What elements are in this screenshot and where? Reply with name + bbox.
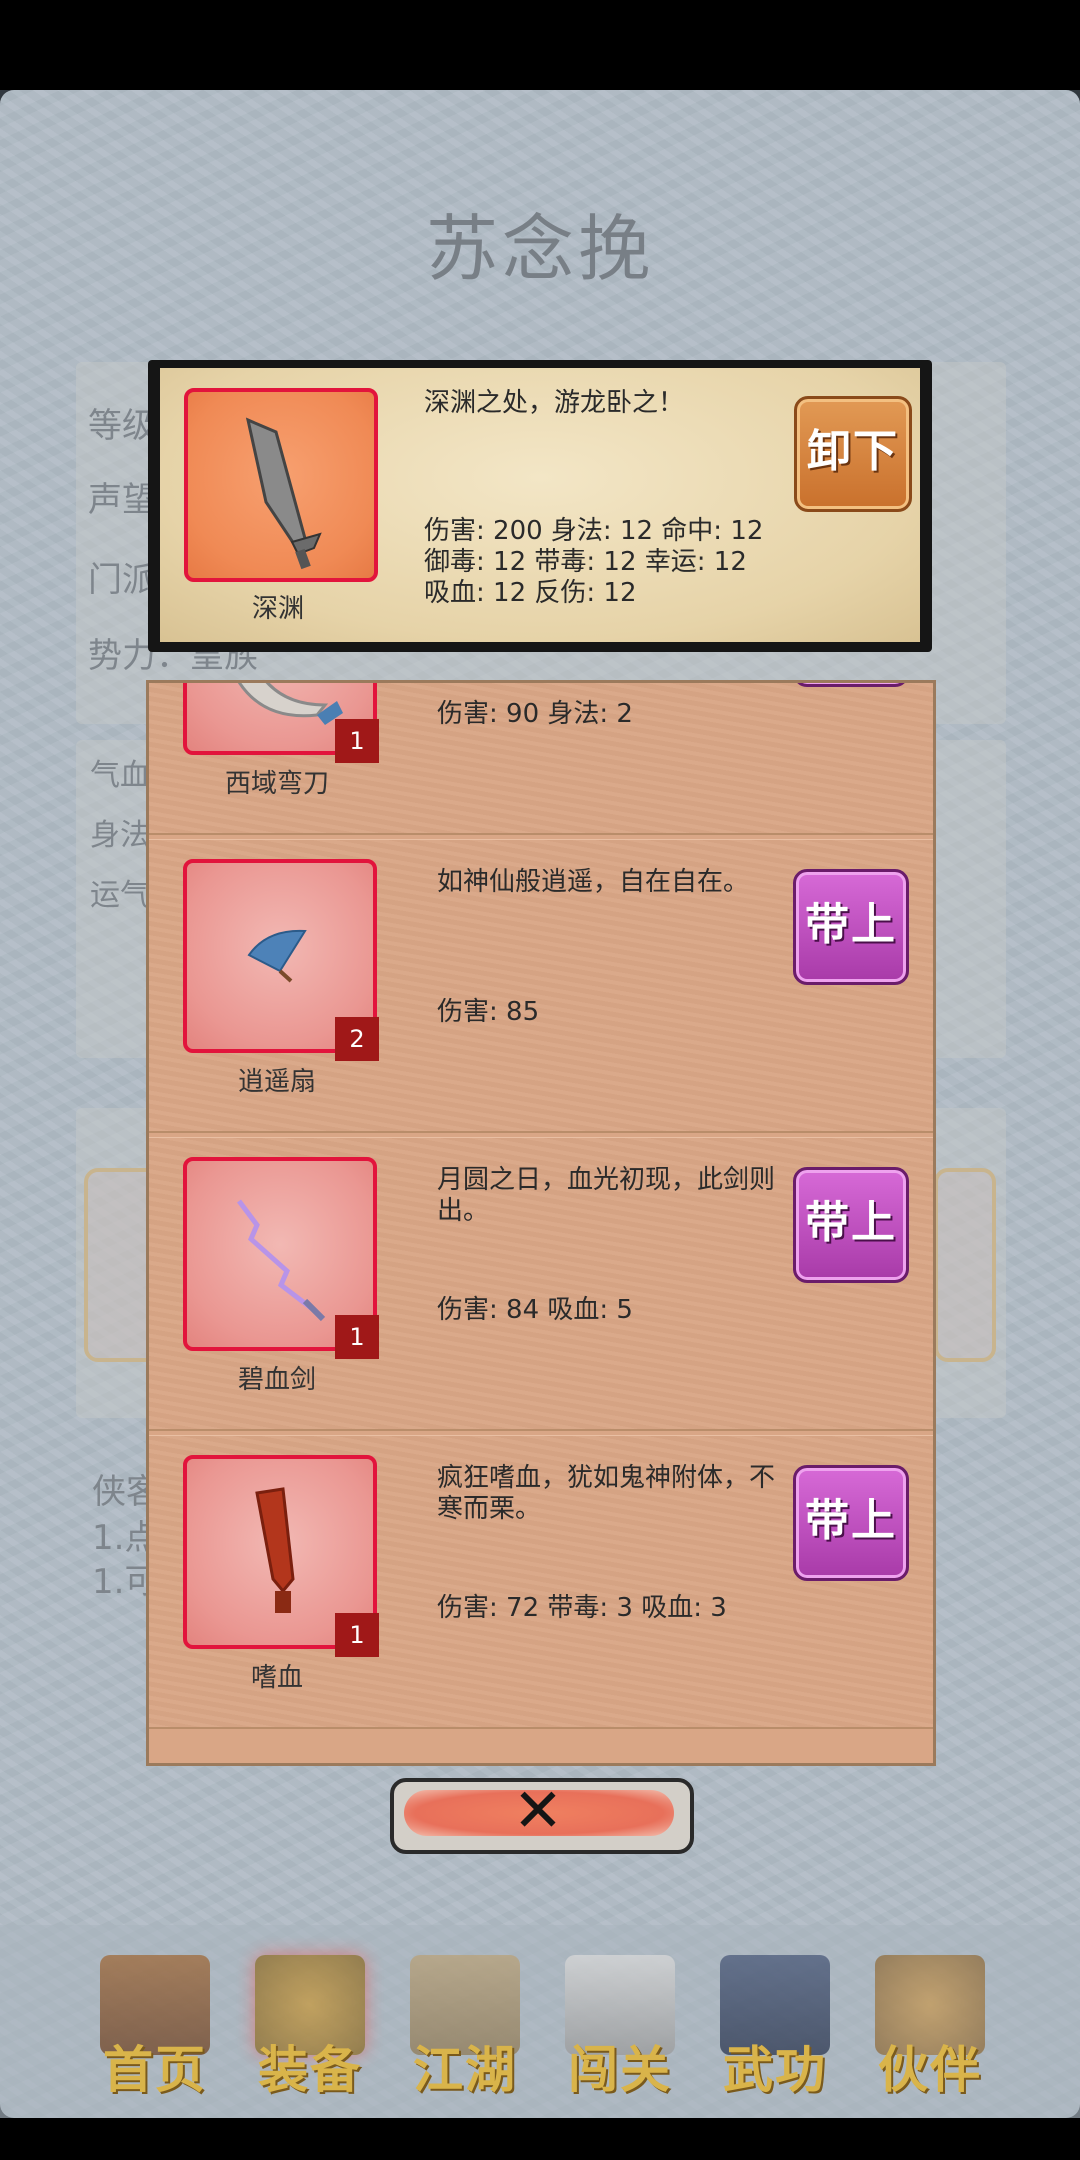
system-nav-bar — [0, 2118, 1080, 2160]
equipped-item-panel: 深渊 深渊之处，游龙卧之！ 伤害: 200 身法: 12 命中: 12 御毒: … — [148, 360, 932, 652]
equip-button[interactable]: 带上 — [793, 1167, 909, 1283]
item-name: 碧血剑 — [237, 1365, 316, 1395]
item-description: 如神仙般逍遥，自在自在。 — [437, 867, 750, 897]
nav-jianghu[interactable]: 江湖 — [400, 1955, 530, 2105]
equipped-item-stats: 伤害: 200 身法: 12 命中: 12 御毒: 12 带毒: 12 幸运: … — [424, 516, 763, 609]
equipped-stats-line-1: 伤害: 200 身法: 12 命中: 12 — [424, 516, 764, 546]
item-stats: 伤害: 90 身法: 2 — [437, 699, 633, 729]
item-name: 嗜血 — [250, 1663, 303, 1693]
nav-home-label: 首页 — [103, 2040, 207, 2099]
item-slot[interactable]: 1 — [183, 683, 379, 763]
equipped-stats-line-3: 吸血: 12 反伤: 12 — [424, 578, 637, 608]
item-description: 月圆之日，血光初现，此剑则出。 — [437, 1165, 776, 1226]
nav-companions[interactable]: 伙伴 — [865, 1955, 995, 2105]
broad-sword-icon — [245, 417, 322, 570]
equipped-item-description: 深渊之处，游龙卧之！ — [424, 388, 685, 418]
item-list[interactable]: 1 西域弯刀 伤害: 90 身法: 2 带上 2 逍遥扇 如神仙般逍遥，自在自在… — [146, 680, 936, 1766]
equipped-item-name: 深渊 — [251, 594, 304, 624]
close-icon: ✕ — [512, 1776, 564, 1846]
nav-challenge[interactable]: 闯关 — [555, 1955, 685, 2105]
item-count: 1 — [335, 1613, 379, 1657]
nav-challenge-label: 闯关 — [568, 2040, 672, 2099]
list-item: 1 碧血剑 月圆之日，血光初现，此剑则出。 伤害: 84 吸血: 5 带上 — [149, 1137, 933, 1431]
list-item: 1 西域弯刀 伤害: 90 身法: 2 带上 — [149, 683, 933, 835]
item-count: 1 — [335, 1315, 379, 1359]
equipped-item-card: 深渊 深渊之处，游龙卧之！ 伤害: 200 身法: 12 命中: 12 御毒: … — [160, 368, 920, 642]
nav-companions-label: 伙伴 — [878, 2040, 982, 2099]
nav-equipment-label: 装备 — [258, 2040, 362, 2099]
item-name: 西域弯刀 — [224, 769, 329, 799]
close-button[interactable]: ✕ — [390, 1776, 694, 1854]
nav-equipment[interactable]: 装备 — [245, 1955, 375, 2105]
nav-martial-arts-label: 武功 — [723, 2040, 827, 2099]
unequip-button[interactable]: 卸下 — [794, 396, 912, 512]
nav-jianghu-label: 江湖 — [413, 2040, 517, 2099]
list-item: 1 嗜血 疯狂嗜血，犹如鬼神附体，不寒而栗。 伤害: 72 带毒: 3 吸血: … — [149, 1435, 933, 1729]
item-slot[interactable]: 1 — [183, 1455, 379, 1657]
equip-button[interactable]: 带上 — [793, 1465, 909, 1581]
nav-home[interactable]: 首页 — [90, 1955, 220, 2105]
item-count: 2 — [335, 1017, 379, 1061]
nav-martial-arts[interactable]: 武功 — [710, 1955, 840, 2105]
item-description: 疯狂嗜血，犹如鬼神附体，不寒而栗。 — [437, 1463, 776, 1524]
item-slot[interactable]: 1 — [183, 1157, 379, 1359]
status-bar — [0, 0, 1080, 90]
item-stats: 伤害: 85 — [437, 997, 540, 1027]
item-stats: 伤害: 84 吸血: 5 — [437, 1295, 633, 1325]
equip-button[interactable]: 带上 — [793, 683, 909, 687]
item-name: 逍遥扇 — [237, 1067, 316, 1097]
item-stats: 伤害: 72 带毒: 3 吸血: 3 — [437, 1593, 727, 1623]
equipped-item-slot[interactable] — [184, 388, 378, 582]
list-item: 2 逍遥扇 如神仙般逍遥，自在自在。 伤害: 85 带上 — [149, 839, 933, 1133]
equip-button[interactable]: 带上 — [793, 869, 909, 985]
equipped-stats-line-2: 御毒: 12 带毒: 12 幸运: 12 — [424, 547, 747, 577]
item-count: 1 — [335, 719, 379, 763]
item-slot[interactable]: 2 — [183, 859, 379, 1061]
